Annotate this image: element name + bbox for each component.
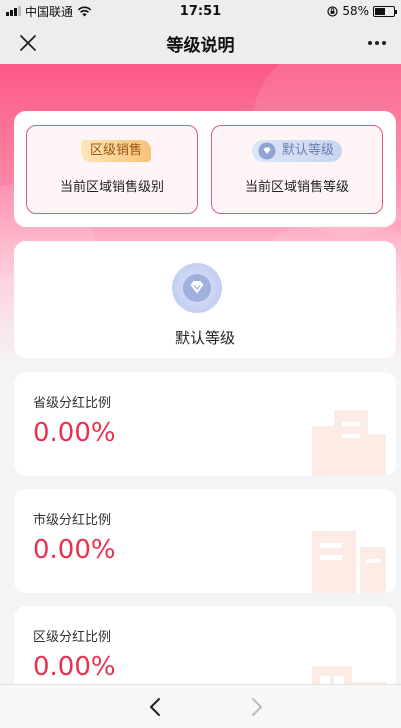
main-content[interactable]: 区级销售 当前区域销售级别 默认等级 当前区域销售等级 默认等级 省级分红比例 … xyxy=(0,64,401,684)
region-level-label: 当前区域销售等级 xyxy=(244,180,349,195)
rate-value: 0.00% xyxy=(33,535,116,565)
status-bar: 中国联通 17:51 58% xyxy=(0,0,401,22)
orientation-lock-icon xyxy=(327,5,338,17)
district-rate-card: 区级分红比例 0.00% xyxy=(14,606,396,684)
rate-label: 市级分红比例 xyxy=(33,513,112,528)
rate-value: 0.00% xyxy=(33,652,116,682)
region-level-box: 默认等级 当前区域销售等级 xyxy=(211,125,383,214)
rate-value: 0.00% xyxy=(33,418,116,448)
battery-percent: 58% xyxy=(342,4,369,18)
rate-label: 省级分红比例 xyxy=(33,396,112,411)
rate-label: 区级分红比例 xyxy=(33,630,112,645)
status-right: 58% xyxy=(327,4,397,18)
region-sales-box: 区级销售 当前区域销售级别 xyxy=(26,125,198,214)
chevron-right-icon xyxy=(252,698,262,716)
nav-bar: 等级说明 xyxy=(0,22,401,64)
bottom-nav-bar xyxy=(0,684,401,728)
building-icon xyxy=(312,666,386,684)
building-icon xyxy=(312,410,386,476)
category-card: 区级销售 当前区域销售级别 默认等级 当前区域销售等级 xyxy=(14,111,396,227)
page-title: 等级说明 xyxy=(166,35,235,56)
province-rate-card: 省级分红比例 0.00% xyxy=(14,372,396,476)
level-card: 默认等级 xyxy=(14,241,396,358)
default-level-tag: 默认等级 xyxy=(252,140,343,162)
diamond-icon xyxy=(258,142,276,160)
diamond-badge-icon xyxy=(172,263,222,313)
default-level-tag-text: 默认等级 xyxy=(282,143,335,158)
region-sales-label: 当前区域销售级别 xyxy=(59,180,164,195)
city-rate-card: 市级分红比例 0.00% xyxy=(14,489,396,593)
building-icon xyxy=(312,531,386,593)
region-sales-tag: 区级销售 xyxy=(81,140,152,162)
chevron-left-icon[interactable] xyxy=(144,695,166,719)
battery-icon xyxy=(373,5,397,17)
more-icon[interactable] xyxy=(365,31,389,55)
diamond-icon xyxy=(183,274,211,302)
level-name: 默认等级 xyxy=(174,329,235,347)
close-icon[interactable] xyxy=(16,31,40,55)
